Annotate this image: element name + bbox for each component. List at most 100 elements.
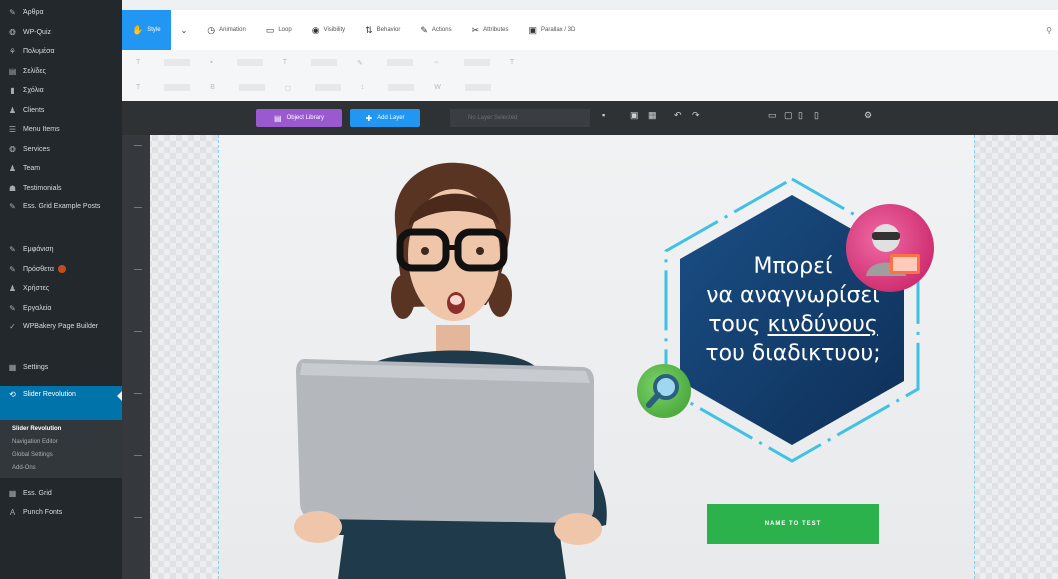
weight-field[interactable] — [238, 84, 265, 91]
grid-guide-right — [974, 135, 975, 579]
tab-loop[interactable]: ▭ Loop — [256, 10, 302, 50]
submenu-item[interactable]: Global Settings — [0, 449, 122, 462]
redo-icon[interactable]: ↷ — [692, 110, 700, 121]
save-style-icon[interactable]: ▪ — [210, 59, 212, 66]
color-picker-icon[interactable]: ✎ — [357, 59, 363, 67]
appearance-icon: ✎ — [9, 245, 16, 255]
submenu-item[interactable]: Add-Ons — [0, 462, 122, 475]
sidebar-item-grid-posts[interactable]: ✎ Ess. Grid Example Posts — [0, 198, 122, 232]
sidebar-item-comments[interactable]: ▮ Σχόλια — [0, 81, 122, 101]
slider-revolution-submenu: Slider Revolution Navigation Editor Global… — [0, 419, 122, 478]
style-settings-panel: T ▪ T ✎ ⇔ T T B ◻ ↕ W — [122, 50, 1058, 101]
ess-grid-icon: ▦ — [8, 488, 17, 498]
sidebar-item-menu-items[interactable]: ☰ Menu Items — [0, 120, 122, 140]
hacker-illustration — [866, 224, 920, 276]
align-icon[interactable]: ⇔ — [433, 59, 440, 66]
mobile-view-icon[interactable]: ▯ — [814, 110, 819, 121]
settings-row-font: T ▪ T ✎ ⇔ T — [122, 50, 1058, 75]
whitespace-field[interactable] — [464, 84, 491, 91]
sidebar-item-ess-grid[interactable]: ▦ Ess. Grid — [0, 484, 122, 504]
color-field[interactable] — [386, 59, 413, 66]
tab-animation[interactable]: ◷ Animation — [197, 10, 256, 50]
sidebar-item-quiz[interactable]: ❂ WP-Quiz — [0, 23, 122, 43]
tab-attributes[interactable]: ✂ Attributes — [462, 10, 519, 50]
sidebar-item-label: Εμφάνιση — [23, 246, 54, 254]
layer-select-dropdown[interactable]: No Layer Selected — [450, 109, 590, 127]
line-height-field[interactable] — [311, 59, 338, 66]
tab-visibility[interactable]: ◉ Visibility — [302, 10, 355, 50]
text-transform-icon[interactable]: T — [510, 59, 514, 66]
whitespace-icon[interactable]: W — [434, 84, 441, 91]
bold-icon[interactable]: B — [210, 84, 215, 91]
chevron-down-icon[interactable]: ⌄ — [171, 26, 198, 35]
sidebar-item-label: Άρθρα — [23, 9, 44, 17]
tab-style[interactable]: ✋ Style — [122, 10, 171, 50]
magnifier-badge-icon[interactable] — [637, 364, 691, 418]
add-layer-icon: ✚ — [365, 113, 373, 123]
sidebar-item-punch-fonts[interactable]: A Punch Fonts — [0, 503, 122, 523]
pages-icon: ▤ — [8, 66, 17, 76]
add-layer-button[interactable]: ✚ Add Layer — [350, 109, 420, 127]
ruler-tick — [134, 145, 142, 146]
actions-icon: ✎ — [420, 24, 428, 35]
ruler-tick — [134, 517, 142, 518]
services-icon: ❂ — [9, 144, 16, 154]
hacker-badge-icon[interactable] — [846, 204, 934, 292]
border-icon[interactable]: ◻ — [285, 84, 291, 92]
notebook-view-icon[interactable]: ▢ — [784, 110, 793, 121]
margin-field[interactable] — [388, 84, 415, 91]
menu-items-icon: ☰ — [8, 125, 17, 135]
align-center-icon[interactable]: ▣ — [630, 110, 639, 121]
sidebar-item-label: Ess. Grid Example Posts — [23, 203, 101, 210]
sidebar-item-label: Πρόσθετα — [23, 265, 54, 273]
search-icon[interactable]: ⚲ — [1046, 26, 1052, 35]
cta-button[interactable]: NAME TO TEST — [707, 504, 879, 544]
sidebar-item-label: Πολυμέσα — [23, 48, 55, 56]
sidebar-item-appearance[interactable]: ✎ Εμφάνιση — [0, 240, 122, 260]
grid-posts-icon: ✎ — [9, 202, 16, 211]
sidebar-menu-bottom: ▦ Ess. Grid A Punch Fonts — [0, 484, 122, 523]
ruler-tick — [134, 207, 142, 208]
align-left-icon[interactable]: ▪ — [602, 110, 605, 120]
vertical-ruler — [122, 135, 150, 579]
editor-toolbar: ▤ Object Library ✚ Add Layer No Layer Sele… — [122, 101, 1058, 135]
tab-actions[interactable]: ✎ Actions — [410, 10, 461, 50]
sidebar-item-pages[interactable]: ▤ Σελίδες — [0, 62, 122, 82]
sidebar-item-tools[interactable]: ✎ Εργαλεία — [0, 299, 122, 319]
tablet-view-icon[interactable]: ▯ — [798, 110, 803, 121]
sidebar-item-team[interactable]: ♟ Team — [0, 159, 122, 179]
font-family-field[interactable] — [164, 59, 191, 66]
update-count-badge — [57, 265, 66, 274]
pin-icon: ✎ — [9, 8, 16, 18]
settings-icon[interactable]: ⚙ — [864, 110, 872, 121]
sidebar-item-media[interactable]: ⚘ Πολυμέσα — [0, 42, 122, 62]
tab-parallax[interactable]: ▣ Parallax / 3D — [518, 10, 585, 50]
sidebar-item-settings[interactable]: ▦ Settings — [0, 358, 122, 378]
parallax-icon: ▣ — [528, 24, 537, 35]
sidebar-item-plugins[interactable]: ✎ Πρόσθετα — [0, 260, 122, 280]
tab-behavior[interactable]: ⇅ Behavior — [355, 10, 410, 50]
plugins-icon: ✎ — [9, 264, 16, 274]
sidebar-item-clients[interactable]: ♟ Clients — [0, 101, 122, 121]
users-icon: ♟ — [8, 284, 17, 294]
sidebar-item-services[interactable]: ❂ Services — [0, 140, 122, 160]
margin-icon[interactable]: ↕ — [361, 84, 365, 91]
align-field[interactable] — [463, 59, 490, 66]
sidebar-item-wpbakery[interactable]: ✓ WPBakery Page Builder — [0, 318, 122, 352]
undo-icon[interactable]: ↶ — [674, 110, 682, 121]
submenu-item[interactable]: Slider Revolution — [0, 423, 122, 436]
border-field[interactable] — [314, 84, 341, 91]
font-size-field[interactable] — [236, 59, 263, 66]
desktop-view-icon[interactable]: ▭ — [768, 110, 777, 121]
sidebar-item-slider-revolution[interactable]: ⟲ Slider Revolution — [0, 385, 123, 420]
sidebar-item-label: WP-Quiz — [23, 28, 51, 36]
object-library-button[interactable]: ▤ Object Library — [256, 109, 342, 127]
submenu-item[interactable]: Navigation Editor — [0, 436, 122, 449]
sidebar-item-users[interactable]: ♟ Χρήστες — [0, 279, 122, 299]
sidebar-item-pin[interactable]: ✎ Άρθρα — [0, 3, 122, 23]
sidebar-item-label: Χρήστες — [23, 285, 50, 293]
tools-icon: ✎ — [9, 303, 16, 313]
sidebar-item-testimonials[interactable]: ☗ Testimonials — [0, 179, 122, 199]
align-right-icon[interactable]: ▦ — [648, 110, 657, 121]
padding-field[interactable] — [164, 84, 191, 91]
